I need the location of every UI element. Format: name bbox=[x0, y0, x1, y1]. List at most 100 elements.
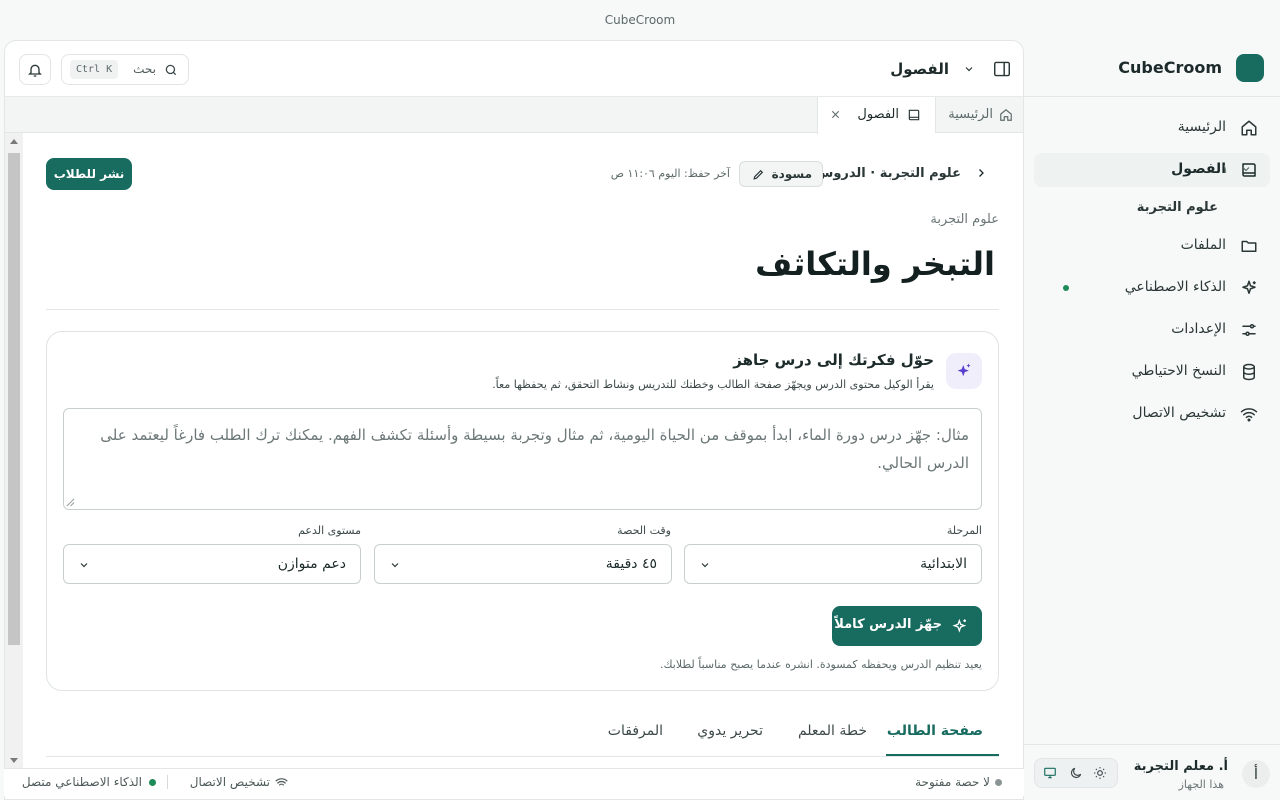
book-icon bbox=[907, 108, 921, 122]
scroll-up-arrow[interactable] bbox=[10, 139, 18, 144]
tab-attachments[interactable]: المرفقات bbox=[608, 723, 663, 739]
bell-icon bbox=[20, 62, 50, 78]
stage-label: المرحلة bbox=[946, 524, 982, 537]
scroll-down-arrow[interactable] bbox=[10, 758, 18, 763]
sidebar-item-label: تشخيص الاتصال bbox=[1132, 405, 1226, 421]
moon-icon[interactable] bbox=[1069, 766, 1083, 780]
support-select[interactable]: دعم متوازن bbox=[63, 544, 361, 584]
status-bar: لا حصة مفتوحة تشخيص الاتصال الذكاء الاصط… bbox=[4, 768, 1024, 796]
search-label: بحث bbox=[133, 62, 156, 76]
tab-classes[interactable]: الفصول bbox=[817, 97, 935, 134]
tab-label: الفصول bbox=[857, 107, 899, 122]
scrollbar-thumb[interactable] bbox=[8, 153, 20, 645]
publish-button[interactable]: نشر للطلاب bbox=[46, 158, 132, 190]
home-icon bbox=[1240, 119, 1258, 137]
status-badge-label: مسودة bbox=[771, 167, 812, 181]
sparkle-icon bbox=[952, 618, 967, 633]
generator-description: يقرأ الوكيل محتوى الدرس ويجهّز صفحة الطا… bbox=[492, 378, 934, 391]
chevron-right-icon[interactable] bbox=[975, 167, 987, 179]
sidebar-item-home[interactable]: الرئيسية bbox=[1034, 111, 1270, 145]
connection-diagnostics-link[interactable]: تشخيص الاتصال bbox=[190, 775, 270, 789]
sidebar-subitem-science[interactable]: علوم التجربة bbox=[1137, 200, 1218, 215]
ai-status: الذكاء الاصطناعي متصل bbox=[21, 775, 142, 789]
active-tab-indicator bbox=[886, 754, 999, 756]
search-shortcut: Ctrl K bbox=[70, 60, 119, 79]
generator-footnote: يعيد تنظيم الدرس ويحفظه كمسودة. انشره عن… bbox=[659, 658, 982, 671]
sidebar: CubeCroom الرئيسية الفصول ١ علوم التجربة… bbox=[1024, 40, 1280, 800]
chevron-down-icon bbox=[80, 563, 88, 568]
lesson-request-textarea[interactable]: مثال: جهّز درس دورة الماء، ابدأ بموقف من… bbox=[63, 408, 982, 510]
avatar[interactable]: أ bbox=[1242, 760, 1270, 788]
search-input[interactable]: بحث Ctrl K bbox=[61, 54, 189, 85]
support-label: مستوى الدعم bbox=[298, 524, 361, 537]
window-title: CubeCroom bbox=[604, 13, 676, 27]
tabs-divider bbox=[46, 756, 999, 757]
theme-switcher bbox=[1034, 758, 1118, 788]
session-status-dot bbox=[995, 779, 1002, 786]
session-status: لا حصة مفتوحة bbox=[915, 775, 990, 789]
page-title: الفصول bbox=[890, 60, 949, 78]
sliders-icon bbox=[1240, 321, 1258, 339]
sidebar-item-ai[interactable]: الذكاء الاصطناعي bbox=[1034, 271, 1270, 305]
user-name: أ. معلم التجربة bbox=[1133, 759, 1228, 774]
time-select[interactable]: ٤٥ دقيقة bbox=[374, 544, 672, 584]
tab-bar: الرئيسية الفصول bbox=[5, 97, 1023, 134]
lesson-subject: علوم التجربة bbox=[930, 212, 999, 227]
monitor-icon[interactable] bbox=[1043, 766, 1057, 780]
sidebar-item-label: الفصول bbox=[1171, 161, 1226, 177]
notifications-button[interactable] bbox=[19, 54, 51, 85]
brand: CubeCroom bbox=[1024, 40, 1280, 97]
tab-teacher-plan[interactable]: خطة المعلم bbox=[798, 723, 867, 739]
wifi-icon bbox=[1240, 405, 1258, 423]
divider bbox=[46, 309, 999, 310]
generate-label: جهّز الدرس كاملاً bbox=[834, 617, 942, 632]
search-icon bbox=[164, 63, 178, 77]
generate-lesson-button[interactable]: جهّز الدرس كاملاً bbox=[832, 606, 982, 646]
resize-handle-icon[interactable] bbox=[66, 498, 75, 688]
stage-select[interactable]: الابتدائية bbox=[684, 544, 982, 584]
tab-label: الرئيسية bbox=[948, 107, 993, 122]
support-value: دعم متوازن bbox=[277, 556, 346, 572]
home-icon bbox=[999, 108, 1013, 122]
status-separator bbox=[167, 775, 168, 789]
last-saved: آخر حفظ: اليوم ١١:٠٦ ص bbox=[610, 167, 730, 180]
brand-name: CubeCroom bbox=[1118, 58, 1222, 77]
database-icon bbox=[1240, 363, 1258, 381]
generator-heading: حوّل فكرتك إلى درس جاهز bbox=[733, 351, 934, 369]
sidebar-toggle-icon[interactable] bbox=[993, 61, 1011, 77]
chevron-down-icon bbox=[701, 563, 709, 568]
breadcrumb[interactable]: علوم التجربة · الدروس bbox=[815, 166, 961, 181]
sparkle-icon bbox=[1240, 279, 1258, 297]
sun-icon[interactable] bbox=[1093, 766, 1107, 780]
tab-home[interactable]: الرئيسية bbox=[935, 97, 1023, 133]
lesson-title[interactable]: التبخر والتكاثف bbox=[755, 245, 995, 283]
sidebar-item-settings[interactable]: الإعدادات bbox=[1034, 313, 1270, 347]
time-label: وقت الحصة bbox=[617, 524, 671, 537]
folder-icon bbox=[1240, 237, 1258, 255]
stage-value: الابتدائية bbox=[920, 556, 967, 572]
user-device: هذا الجهاز bbox=[1178, 778, 1224, 791]
tab-student-page[interactable]: صفحة الطالب bbox=[887, 723, 983, 739]
sidebar-item-label: الإعدادات bbox=[1171, 321, 1226, 337]
tab-manual-edit[interactable]: تحرير يدوي bbox=[697, 723, 763, 739]
ai-status-dot bbox=[1063, 285, 1069, 291]
sidebar-item-label: الملفات bbox=[1180, 237, 1226, 253]
sidebar-item-diagnostics[interactable]: تشخيص الاتصال bbox=[1034, 397, 1270, 431]
close-icon[interactable] bbox=[830, 109, 841, 120]
chevron-down-icon[interactable] bbox=[1240, 163, 1252, 175]
user-area: أ أ. معلم التجربة هذا الجهاز bbox=[1024, 744, 1280, 800]
sidebar-item-label: الذكاء الاصطناعي bbox=[1124, 279, 1226, 295]
sidebar-item-files[interactable]: الملفات bbox=[1034, 229, 1270, 263]
sidebar-item-classes[interactable]: الفصول ١ bbox=[1034, 153, 1270, 187]
sidebar-item-label: النسخ الاحتياطي bbox=[1131, 363, 1226, 379]
classes-count: ١ bbox=[1222, 162, 1229, 176]
sidebar-item-label: الرئيسية bbox=[1177, 119, 1226, 135]
ai-generator-card: حوّل فكرتك إلى درس جاهز يقرأ الوكيل محتو… bbox=[46, 331, 999, 691]
ai-status-dot bbox=[149, 779, 156, 786]
scrollbar[interactable] bbox=[5, 133, 23, 769]
sidebar-item-backup[interactable]: النسخ الاحتياطي bbox=[1034, 355, 1270, 389]
wifi-icon bbox=[275, 776, 288, 789]
status-badge[interactable]: مسودة bbox=[739, 161, 823, 187]
brand-logo bbox=[1236, 54, 1264, 82]
chevron-down-icon[interactable] bbox=[963, 63, 975, 75]
